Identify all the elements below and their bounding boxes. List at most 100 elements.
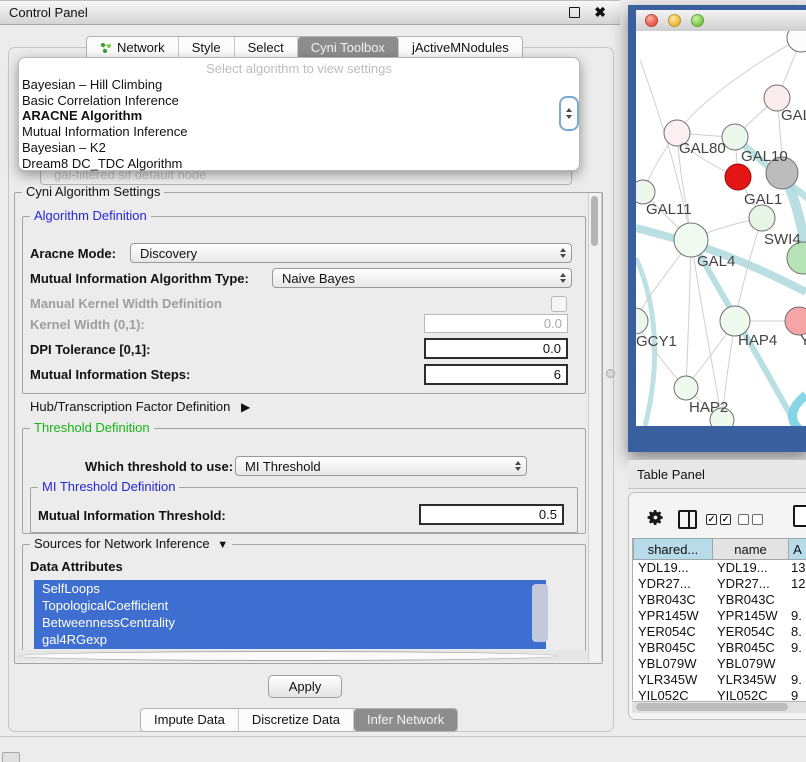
- list-item[interactable]: gal4RGexp: [34, 631, 546, 648]
- algorithm-dropdown: Select algorithm to view settings Bayesi…: [18, 57, 580, 171]
- table-header-row: shared... name A: [633, 538, 806, 560]
- tab-infer-network[interactable]: Infer Network: [354, 709, 457, 731]
- data-attributes-label: Data Attributes: [30, 559, 123, 574]
- tab-cyni-toolbox[interactable]: Cyni Toolbox: [298, 37, 399, 59]
- node-label: HAP2: [689, 399, 728, 416]
- table-row[interactable]: YIL052C YIL052C 9: [633, 688, 806, 700]
- dpi-tolerance-field[interactable]: 0.0: [424, 338, 568, 359]
- network-graph[interactable]: GAL80 GAL10 GAL1 GAL11 SWI4 GAL4 GCY1 HA…: [636, 31, 806, 426]
- node-label: GAL1: [744, 191, 782, 208]
- aracne-mode-combo[interactable]: Discovery: [130, 243, 572, 263]
- network-node[interactable]: [785, 307, 806, 335]
- algorithm-option[interactable]: Bayesian – K2: [19, 140, 579, 156]
- network-icon: [100, 42, 112, 54]
- mi-type-combo[interactable]: Naive Bayes: [272, 268, 572, 288]
- list-scrollbar-thumb[interactable]: [532, 584, 548, 642]
- mi-threshold-field[interactable]: 0.5: [419, 504, 564, 525]
- table-row[interactable]: YBR045C YBR045C 9.: [633, 640, 806, 656]
- algorithm-options: Bayesian – Hill Climbing Basic Correlati…: [19, 77, 579, 171]
- vscrollbar-thumb[interactable]: [591, 196, 598, 246]
- tab-select[interactable]: Select: [235, 37, 298, 59]
- table-hscrollbar-thumb[interactable]: [636, 703, 788, 711]
- divider-line: [0, 736, 806, 737]
- network-window[interactable]: GAL80 GAL10 GAL1 GAL11 SWI4 GAL4 GCY1 HA…: [628, 5, 806, 452]
- node-label: SWI4: [764, 231, 801, 248]
- algorithm-option-selected[interactable]: ARACNE Algorithm: [19, 108, 579, 124]
- combo-arrows-icon: [515, 457, 521, 475]
- tab-impute-data[interactable]: Impute Data: [141, 709, 239, 731]
- list-item[interactable]: SelfLoops: [34, 580, 546, 597]
- bottom-tab-bar: Impute Data Discretize Data Infer Networ…: [140, 708, 458, 732]
- table-panel-titlebar: Table Panel: [628, 459, 806, 489]
- sources-group-title[interactable]: Sources for Network Inference ▼: [30, 537, 232, 552]
- table-row[interactable]: YBR043C YBR043C: [633, 592, 806, 608]
- table-row[interactable]: YBL079W YBL079W: [633, 656, 806, 672]
- node-label: GAL11: [646, 201, 692, 218]
- network-titlebar[interactable]: [636, 10, 806, 32]
- mi-type-label: Mutual Information Algorithm Type:: [30, 271, 249, 286]
- spinner-up-icon: [566, 108, 572, 112]
- network-node[interactable]: [722, 124, 748, 150]
- node-label: GAL4: [697, 253, 735, 270]
- gear-icon[interactable]: [646, 508, 665, 527]
- aracne-mode-label: Aracne Mode:: [30, 246, 116, 261]
- network-node[interactable]: [749, 205, 775, 231]
- network-node[interactable]: [787, 31, 806, 52]
- tab-network[interactable]: Network: [87, 37, 179, 59]
- column-header-shared-name[interactable]: shared...: [633, 538, 713, 560]
- corner-icon[interactable]: [2, 752, 20, 762]
- threshold-group-title: Threshold Definition: [30, 421, 154, 435]
- splitter-handle[interactable]: [606, 369, 615, 378]
- list-item[interactable]: TopologicalCoefficient: [34, 597, 546, 614]
- settings-vscrollbar[interactable]: [588, 193, 602, 661]
- column-header-partial[interactable]: A: [789, 538, 806, 560]
- table-hscrollbar[interactable]: [632, 701, 806, 713]
- algorithm-option[interactable]: Bayesian – Hill Climbing: [19, 77, 579, 93]
- column-header-name[interactable]: name: [713, 538, 789, 560]
- kernel-width-label: Kernel Width (0,1):: [30, 317, 145, 332]
- mi-steps-field[interactable]: 6: [424, 364, 568, 385]
- mi-threshold-group-title: MI Threshold Definition: [38, 480, 179, 494]
- tab-discretize-data[interactable]: Discretize Data: [239, 709, 354, 731]
- table-row[interactable]: YPR145W YPR145W 9.: [633, 608, 806, 624]
- traffic-light-close-icon[interactable]: [645, 14, 658, 27]
- control-panel-title: Control Panel: [0, 5, 88, 20]
- manual-kernel-label: Manual Kernel Width Definition: [30, 296, 222, 311]
- list-item[interactable]: BetweennessCentrality: [34, 614, 546, 631]
- kernel-width-field[interactable]: 0.0: [424, 314, 568, 333]
- manual-kernel-checkbox[interactable]: [551, 296, 567, 312]
- network-node[interactable]: [636, 308, 648, 334]
- close-icon[interactable]: ✖: [594, 4, 606, 21]
- node-labels: GAL80 GAL10 GAL1 GAL11 SWI4 GAL4 GCY1 HA…: [636, 107, 806, 416]
- columns-icon[interactable]: [678, 510, 697, 529]
- tab-jactivemnodules[interactable]: jActiveMNodules: [399, 37, 522, 59]
- settings-hscrollbar[interactable]: [16, 650, 588, 661]
- algorithm-option[interactable]: Mutual Information Inference: [19, 124, 579, 140]
- table-row[interactable]: YER054C YER054C 8.: [633, 624, 806, 640]
- node-table[interactable]: shared... name A YDL19... YDL19... 13 YD…: [632, 538, 806, 700]
- which-threshold-combo[interactable]: MI Threshold: [235, 456, 527, 476]
- network-node[interactable]: [725, 164, 751, 190]
- tab-style[interactable]: Style: [179, 37, 235, 59]
- float-icon[interactable]: [569, 7, 580, 18]
- table-row[interactable]: YDR27... YDR27... 12: [633, 576, 806, 592]
- network-node[interactable]: [674, 223, 708, 257]
- node-label: GCY1: [636, 333, 677, 350]
- node-label: GAL10: [741, 148, 788, 165]
- select-all-icon[interactable]: ✓ ✓: [706, 514, 731, 525]
- algorithm-option[interactable]: Basic Correlation Inference: [19, 93, 579, 109]
- hscrollbar-thumb[interactable]: [18, 651, 558, 661]
- network-canvas[interactable]: GAL80 GAL10 GAL1 GAL11 SWI4 GAL4 GCY1 HA…: [636, 31, 806, 426]
- hub-definition-expander[interactable]: Hub/Transcription Factor Definition ▶: [30, 399, 250, 414]
- algorithm-option[interactable]: Dream8 DC_TDC Algorithm: [19, 156, 579, 172]
- table-row[interactable]: YLR345W YLR345W 9.: [633, 672, 806, 688]
- traffic-light-zoom-icon[interactable]: [691, 14, 704, 27]
- table-row[interactable]: YDL19... YDL19... 13: [633, 560, 806, 576]
- network-node[interactable]: [674, 376, 698, 400]
- traffic-light-minimize-icon[interactable]: [668, 14, 681, 27]
- file-icon[interactable]: [793, 505, 806, 527]
- deselect-all-icon[interactable]: [738, 514, 763, 525]
- control-panel-titlebar: Control Panel ✖: [0, 0, 620, 25]
- apply-button[interactable]: Apply: [268, 675, 342, 698]
- focused-combo-fragment[interactable]: [559, 96, 579, 131]
